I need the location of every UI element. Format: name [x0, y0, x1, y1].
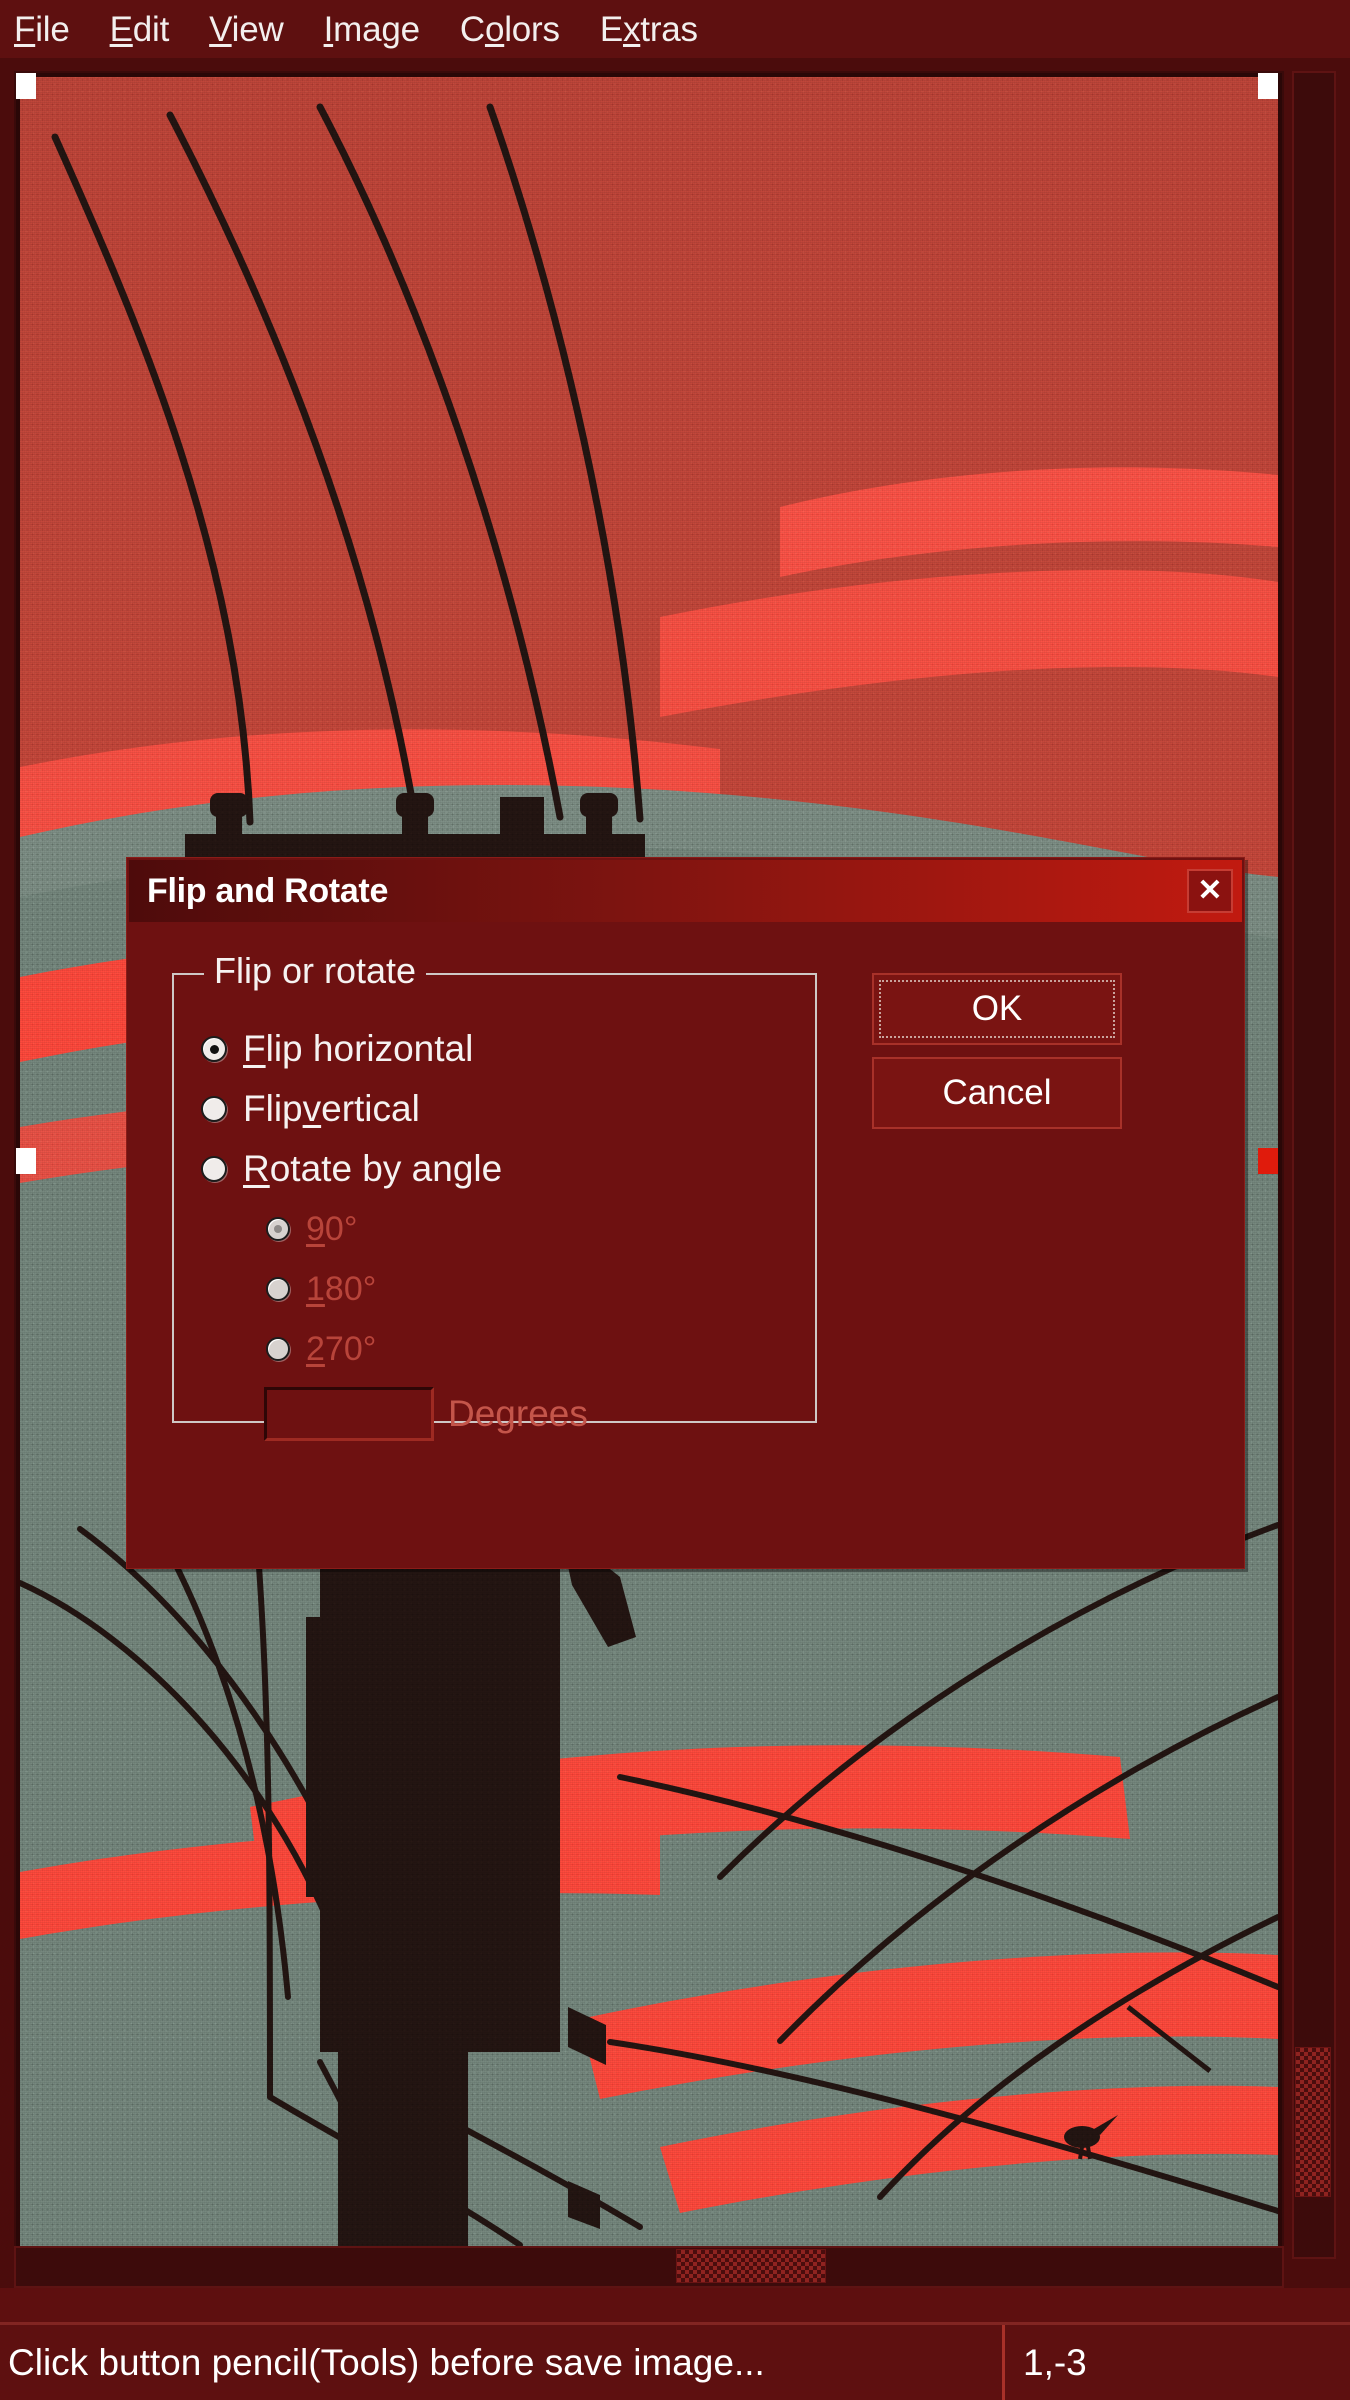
flip-or-rotate-groupbox: Flip or rotate Flip horizontal Flip v ert…	[172, 949, 817, 1441]
radio-button-icon-angle-270[interactable]	[266, 1337, 290, 1361]
menu-file-mnemonic: F	[14, 9, 36, 49]
vertical-scrollbar-thumb[interactable]	[1295, 2047, 1331, 2197]
menu-image-post: mage	[333, 9, 420, 49]
menu-image-mnemonic: I	[323, 9, 334, 49]
menu-colors-pre: C	[459, 9, 485, 49]
dialog-title-bar[interactable]: Flip and Rotate ✕	[129, 860, 1242, 922]
menu-extras-mnemonic: x	[622, 9, 641, 49]
radio-button-icon-flip-vertical[interactable]	[201, 1096, 227, 1122]
selection-handle-middle-left[interactable]	[16, 1148, 36, 1174]
menu-item-view[interactable]: View	[209, 9, 284, 49]
radio-270-mnemonic: 2	[306, 1330, 325, 1368]
horizontal-scrollbar[interactable]	[14, 2246, 1284, 2288]
selection-handle-top-right[interactable]	[1258, 73, 1278, 99]
radio-rotate-post: otate by angle	[269, 1148, 503, 1189]
ok-button[interactable]: OK	[872, 973, 1122, 1045]
menu-extras-pre: E	[599, 9, 623, 49]
menu-bar: File Edit View Image Colors Extras	[0, 0, 1350, 58]
selection-handle-middle-right[interactable]	[1258, 1148, 1278, 1174]
radio-180-mnemonic: 1	[306, 1270, 325, 1308]
radio-flip-vertical-post: ertical	[321, 1088, 420, 1129]
menu-file-post: ile	[35, 9, 70, 49]
radio-flip-vertical[interactable]: Flip v ertical	[201, 1087, 420, 1131]
menu-item-extras[interactable]: Extras	[600, 12, 698, 47]
menu-item-colors[interactable]: Colors	[460, 12, 560, 47]
radio-button-icon-rotate-by-angle[interactable]	[201, 1156, 227, 1182]
menu-view-mnemonic: V	[209, 9, 232, 49]
status-coordinates: 1,-3	[1023, 2341, 1087, 2383]
status-bar: Click button pencil(Tools) before save i…	[0, 2322, 1350, 2400]
menu-item-edit[interactable]: Edit	[110, 12, 170, 47]
menu-edit-mnemonic: E	[109, 9, 133, 49]
paint-application-window: File Edit View Image Colors Extras Flip …	[0, 0, 1350, 2400]
cancel-button[interactable]: Cancel	[872, 1057, 1122, 1129]
radio-flip-horizontal-post: lip horizontal	[265, 1028, 474, 1069]
degrees-input[interactable]	[264, 1387, 434, 1441]
degrees-label: Degrees	[448, 1393, 588, 1434]
radio-angle-180[interactable]: 1 80°	[266, 1267, 376, 1311]
groupbox-legend: Flip or rotate	[204, 949, 427, 993]
dialog-title: Flip and Rotate	[147, 871, 389, 910]
radio-90-post: 0°	[324, 1210, 358, 1248]
menu-colors-mnemonic: o	[484, 9, 505, 49]
menu-item-file[interactable]: File	[14, 12, 70, 47]
horizontal-scrollbar-thumb[interactable]	[676, 2249, 826, 2283]
radio-flip-vertical-pre: Flip	[243, 1088, 303, 1129]
close-icon[interactable]: ✕	[1187, 869, 1233, 913]
radio-270-post: 70°	[324, 1330, 377, 1368]
radio-rotate-by-angle[interactable]: Rotate by angle	[201, 1147, 502, 1191]
radio-angle-270[interactable]: 2 70°	[266, 1327, 376, 1371]
menu-extras-post: tras	[640, 9, 698, 49]
flip-and-rotate-dialog: Flip and Rotate ✕ Flip or rotate Flip ho…	[126, 857, 1245, 1569]
selection-handle-top-left[interactable]	[16, 73, 36, 99]
radio-button-icon-angle-180[interactable]	[266, 1277, 290, 1301]
radio-flip-vertical-mnemonic: v	[302, 1088, 322, 1129]
radio-button-icon-angle-90[interactable]	[266, 1217, 290, 1241]
status-message: Click button pencil(Tools) before save i…	[0, 2325, 1005, 2400]
radio-flip-horizontal-mnemonic: F	[243, 1028, 266, 1069]
radio-180-post: 80°	[324, 1270, 377, 1308]
radio-angle-90[interactable]: 9 0°	[266, 1207, 357, 1251]
menu-colors-post: lors	[504, 9, 560, 49]
radio-90-mnemonic: 9	[306, 1210, 325, 1248]
degrees-row: Degrees	[264, 1387, 588, 1441]
menu-edit-post: dit	[132, 9, 170, 49]
vertical-scrollbar[interactable]	[1292, 71, 1336, 2259]
radio-rotate-mnemonic: R	[243, 1148, 270, 1189]
radio-button-icon-flip-horizontal[interactable]	[201, 1036, 227, 1062]
radio-flip-horizontal[interactable]: Flip horizontal	[201, 1027, 473, 1071]
menu-view-post: iew	[231, 9, 284, 49]
menu-item-image[interactable]: Image	[324, 12, 420, 47]
